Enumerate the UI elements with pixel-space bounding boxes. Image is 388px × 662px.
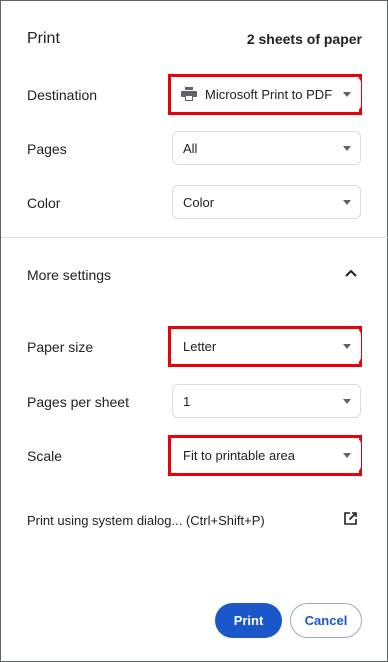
chevron-up-icon[interactable] — [344, 268, 358, 278]
pages-value: All — [183, 141, 198, 156]
printer-icon — [181, 87, 197, 101]
external-link-icon[interactable] — [344, 512, 357, 525]
destination-select[interactable]: Microsoft Print to PDF — [172, 77, 361, 111]
pages-per-sheet-value: 1 — [183, 394, 191, 409]
pages-per-sheet-label: Pages per sheet — [27, 394, 129, 410]
chevron-down-icon — [343, 453, 351, 458]
pages-label: Pages — [27, 141, 67, 157]
chevron-down-icon — [343, 146, 351, 151]
more-settings-toggle[interactable]: More settings — [27, 267, 111, 283]
print-dialog: Print 2 sheets of paper Destination Micr… — [0, 0, 388, 662]
color-select[interactable]: Color — [172, 185, 361, 219]
destination-value: Microsoft Print to PDF — [205, 87, 333, 102]
paper-size-value: Letter — [183, 339, 217, 354]
chevron-down-icon — [343, 200, 351, 205]
system-dialog-link[interactable]: Print using system dialog... (Ctrl+Shift… — [27, 513, 265, 528]
section-divider — [2, 237, 388, 238]
print-button[interactable]: Print — [215, 603, 282, 638]
pages-select[interactable]: All — [172, 131, 361, 165]
scale-label: Scale — [27, 448, 63, 464]
sheet-count: 2 sheets of paper — [246, 31, 362, 47]
cancel-button[interactable]: Cancel — [290, 603, 362, 638]
destination-label: Destination — [27, 87, 98, 103]
paper-size-select[interactable]: Letter — [172, 329, 361, 363]
chevron-down-icon — [343, 399, 351, 404]
scale-value: Fit to printable area — [183, 448, 296, 463]
paper-size-label: Paper size — [27, 339, 94, 355]
chevron-down-icon — [343, 344, 351, 349]
chevron-down-icon — [343, 92, 351, 97]
dialog-title: Print — [27, 30, 60, 47]
scale-select[interactable]: Fit to printable area — [172, 438, 361, 472]
color-value: Color — [183, 195, 215, 210]
pages-per-sheet-select[interactable]: 1 — [172, 384, 361, 418]
color-label: Color — [27, 195, 61, 211]
